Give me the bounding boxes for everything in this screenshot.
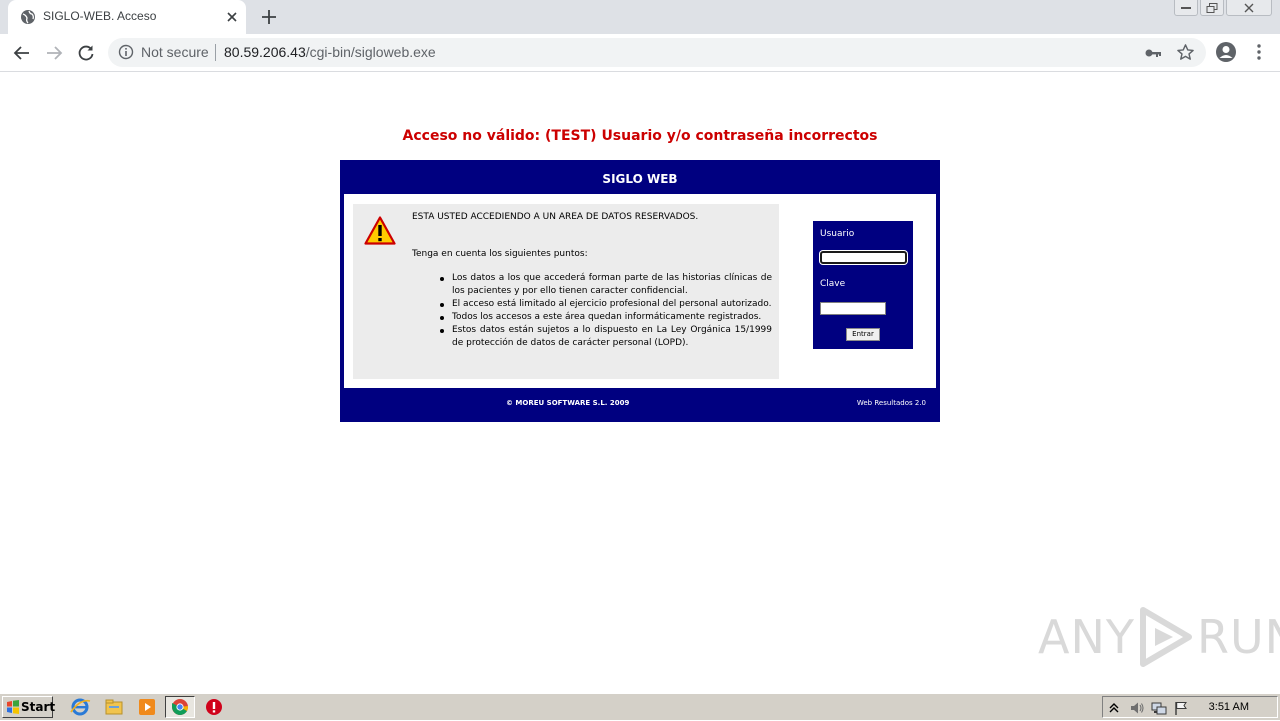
submit-login-button[interactable]: Entrar bbox=[846, 328, 880, 341]
restricted-area-notice: ESTA USTED ACCEDIENDO A UN AREA DE DATOS… bbox=[353, 204, 779, 379]
login-error-message: Acceso no válido: (TEST) Usuario y/o con… bbox=[402, 128, 878, 144]
close-icon bbox=[1244, 3, 1254, 12]
copyright-text: © MOREU SOFTWARE S.L. 2009 bbox=[506, 399, 630, 407]
panel-title: SIGLO WEB bbox=[602, 172, 678, 186]
globe-icon bbox=[21, 10, 35, 24]
browser-tab[interactable]: SIGLO-WEB. Acceso bbox=[8, 0, 246, 34]
volume-icon[interactable] bbox=[1129, 700, 1145, 716]
username-input[interactable] bbox=[820, 251, 907, 264]
warning-icon bbox=[364, 216, 396, 245]
chrome-icon bbox=[172, 699, 188, 715]
window-controls bbox=[1172, 0, 1272, 18]
opera-alert-icon[interactable] bbox=[202, 697, 226, 717]
back-arrow-icon[interactable] bbox=[12, 43, 32, 63]
notice-intro: Tenga en cuenta los siguientes puntos: bbox=[412, 249, 588, 259]
restore-button[interactable] bbox=[1200, 0, 1224, 16]
play-logo-icon bbox=[1139, 607, 1192, 667]
notice-point: El acceso está limitado al ejercicio pro… bbox=[440, 299, 772, 309]
close-window-button[interactable] bbox=[1226, 0, 1272, 16]
profile-avatar-icon[interactable] bbox=[1215, 41, 1237, 63]
file-explorer-icon[interactable] bbox=[102, 697, 126, 717]
panel-body: ESTA USTED ACCEDIENDO A UN AREA DE DATOS… bbox=[344, 194, 936, 388]
media-player-icon[interactable] bbox=[135, 697, 159, 717]
restore-icon bbox=[1206, 2, 1218, 13]
url-path: /cgi-bin/sigloweb.exe bbox=[305, 44, 436, 60]
notice-point: Todos los accesos a este área quedan inf… bbox=[440, 311, 772, 324]
version-text: Web Resultados 2.0 bbox=[856, 399, 926, 407]
browser-titlebar: SIGLO-WEB. Acceso bbox=[0, 0, 1280, 34]
password-label: Clave bbox=[820, 279, 846, 289]
login-form: Usuario Clave Entrar bbox=[813, 221, 913, 349]
taskbar-clock[interactable]: 3:51 AM bbox=[1209, 701, 1249, 713]
close-tab-icon[interactable] bbox=[224, 9, 240, 25]
notice-point: Los datos a los que accederá forman part… bbox=[440, 273, 772, 296]
tab-title: SIGLO-WEB. Acceso bbox=[43, 9, 157, 23]
network-icon[interactable] bbox=[1151, 700, 1167, 716]
notice-heading: ESTA USTED ACCEDIENDO A UN AREA DE DATOS… bbox=[412, 212, 699, 222]
address-bar[interactable]: Not secure 80.59.206.43/cgi-bin/sigloweb… bbox=[108, 38, 1206, 67]
watermark-left-text: ANY bbox=[1038, 610, 1135, 664]
url-separator bbox=[215, 44, 216, 61]
internet-explorer-icon[interactable] bbox=[68, 697, 92, 717]
system-tray: 3:51 AM bbox=[1102, 696, 1278, 718]
security-label[interactable]: Not secure bbox=[141, 44, 209, 60]
start-button[interactable]: Start bbox=[2, 696, 56, 718]
forward-arrow-icon[interactable] bbox=[44, 43, 64, 63]
windows-taskbar: Start 3:51 AM bbox=[0, 693, 1280, 720]
watermark-right-text: RUN bbox=[1196, 610, 1280, 664]
bookmark-star-icon[interactable] bbox=[1176, 43, 1195, 62]
minimize-icon bbox=[1181, 6, 1191, 9]
windows-logo-icon bbox=[7, 700, 19, 714]
browser-toolbar: Not secure 80.59.206.43/cgi-bin/sigloweb… bbox=[0, 34, 1280, 72]
reload-icon[interactable] bbox=[76, 43, 96, 63]
notice-points-list: Los datos a los que accederá forman part… bbox=[440, 272, 772, 350]
start-label: Start bbox=[21, 700, 56, 714]
chrome-taskbar-button[interactable] bbox=[165, 696, 195, 718]
key-icon[interactable] bbox=[1144, 44, 1162, 62]
show-hidden-icons-chevron-icon[interactable] bbox=[1106, 700, 1122, 716]
action-center-flag-icon[interactable] bbox=[1173, 700, 1189, 716]
siglo-login-panel: SIGLO WEB ESTA USTED ACCEDIENDO A UN ARE… bbox=[340, 160, 940, 422]
url-text[interactable]: 80.59.206.43/cgi-bin/sigloweb.exe bbox=[224, 44, 436, 60]
username-label: Usuario bbox=[820, 229, 855, 239]
kebab-menu-icon[interactable] bbox=[1250, 43, 1268, 61]
notice-point: Estos datos están sujetos a lo dispuesto… bbox=[440, 325, 772, 348]
anyrun-watermark: ANY RUN bbox=[1038, 606, 1280, 668]
minimize-button[interactable] bbox=[1174, 0, 1198, 16]
new-tab-plus-icon[interactable] bbox=[260, 8, 278, 26]
info-icon[interactable] bbox=[118, 44, 134, 60]
url-host: 80.59.206.43 bbox=[224, 44, 306, 60]
password-input[interactable] bbox=[820, 302, 886, 315]
